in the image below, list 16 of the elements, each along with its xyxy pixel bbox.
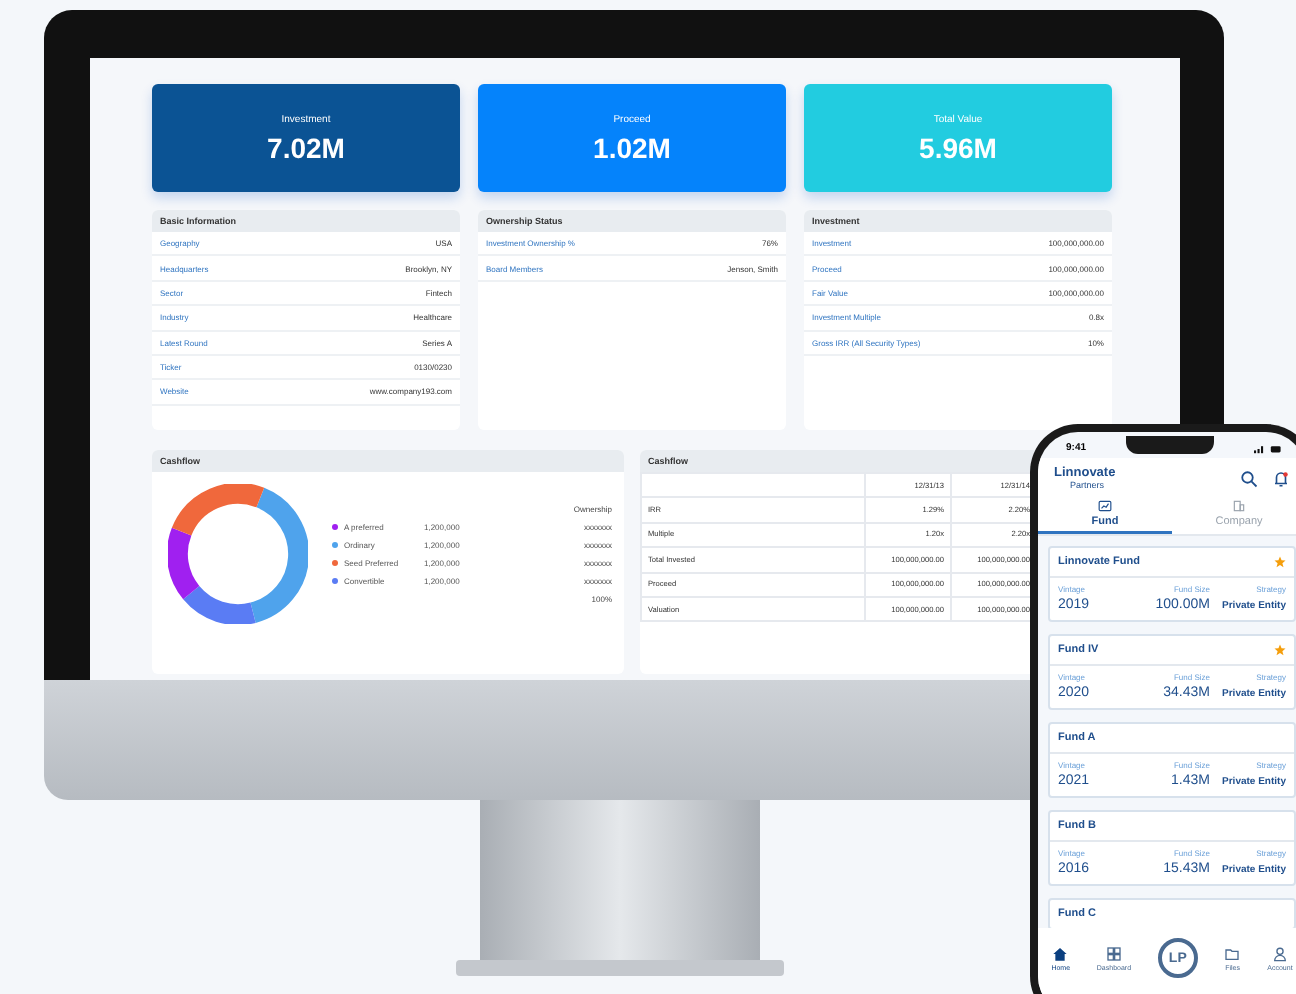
building-icon [1232,500,1246,512]
donut-drawing [168,484,308,624]
chart-icon [1098,500,1112,512]
files-icon [1224,945,1241,961]
stat-value: 1.02M [593,131,671,163]
status-icons [1253,443,1282,453]
home-icon [1052,945,1069,961]
star-icon[interactable] [1274,556,1286,568]
account-icon [1271,945,1288,961]
stat-value: 5.96M [919,131,997,163]
phone-notch [1126,435,1214,453]
dashboard-icon [1105,945,1122,961]
search-icon[interactable] [1240,470,1258,488]
bell-icon[interactable] [1272,470,1290,488]
star-icon[interactable] [1274,644,1286,656]
stat-value: 7.02M [267,131,345,163]
